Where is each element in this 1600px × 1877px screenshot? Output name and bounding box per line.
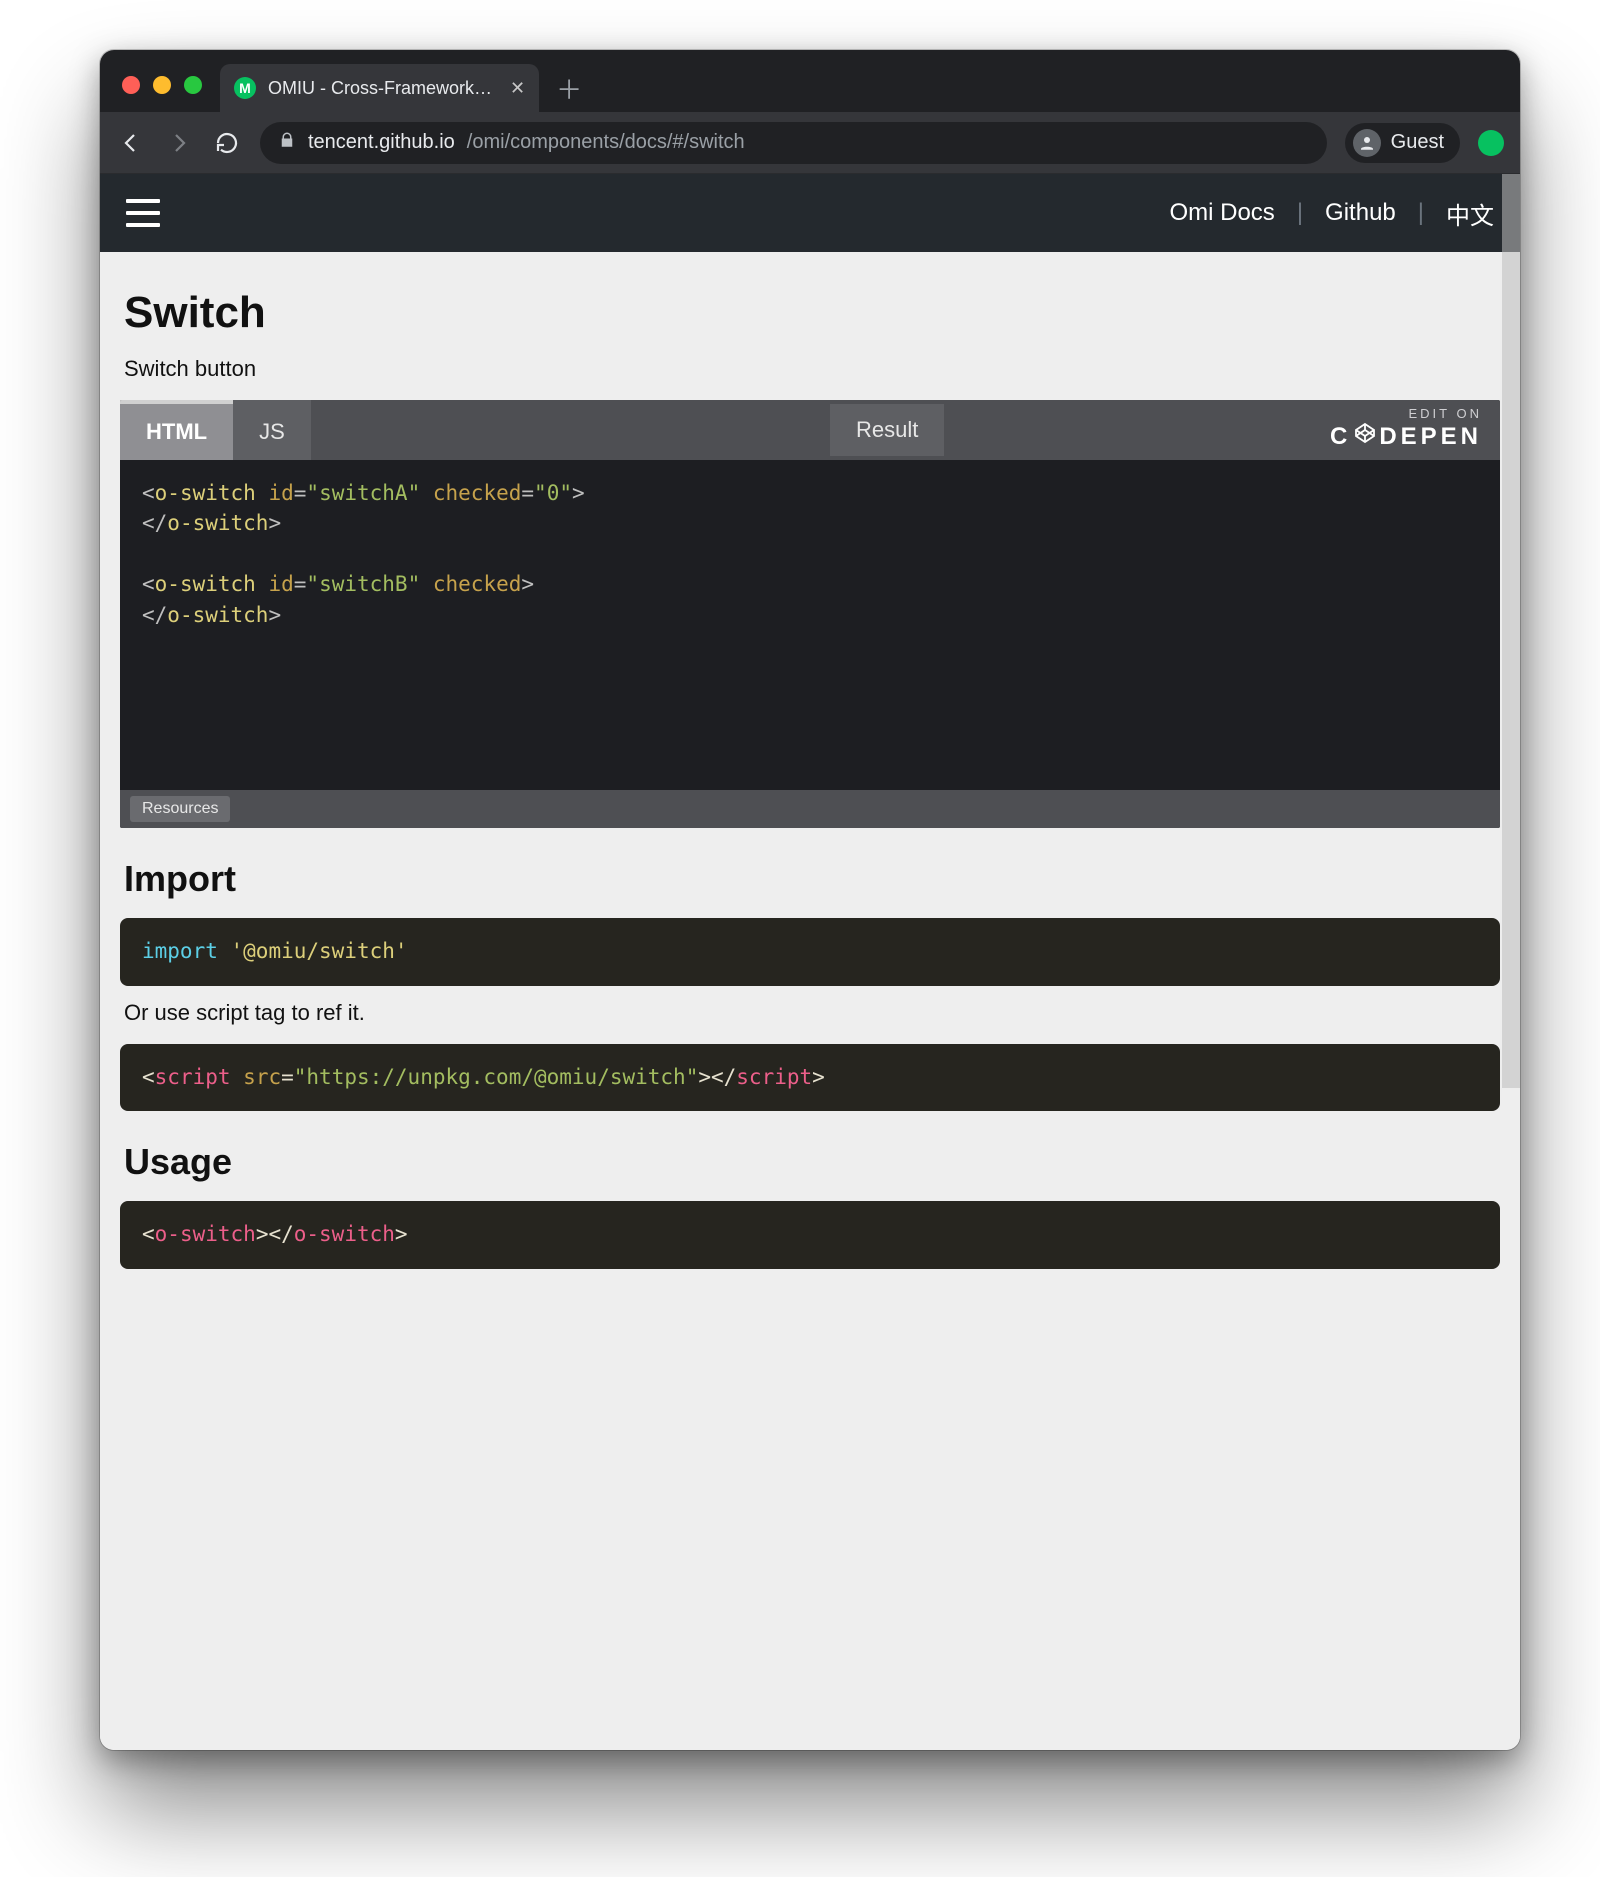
import-note: Or use script tag to ref it.	[120, 986, 1500, 1044]
import-heading: Import	[120, 828, 1500, 918]
code-script-tag[interactable]: <script src="https://unpkg.com/@omiu/swi…	[120, 1044, 1500, 1112]
profile-chip[interactable]: Guest	[1345, 123, 1460, 163]
tab-html[interactable]: HTML	[120, 400, 233, 460]
tab-favicon: M	[234, 77, 256, 99]
code-import[interactable]: import '@omiu/switch'	[120, 918, 1500, 986]
browser-tab[interactable]: M OMIU - Cross-Frameworks UI F ✕	[220, 64, 539, 112]
page-subtitle: Switch button	[120, 356, 1500, 400]
link-chinese[interactable]: 中文	[1446, 196, 1494, 231]
page-title: Switch	[120, 278, 1500, 356]
window-minimize-button[interactable]	[153, 76, 171, 94]
window-controls	[112, 76, 210, 112]
separator: |	[1297, 199, 1303, 227]
link-omi-docs[interactable]: Omi Docs	[1169, 199, 1274, 227]
separator: |	[1418, 199, 1424, 227]
site-header: Omi Docs | Github | 中文	[100, 174, 1520, 252]
avatar-icon	[1353, 129, 1381, 157]
codepen-logo: CDEPEN	[1330, 421, 1482, 452]
codepen-code[interactable]: <o-switch id="switchA" checked="0"> </o-…	[120, 460, 1500, 790]
window-zoom-button[interactable]	[184, 76, 202, 94]
page-viewport: Omi Docs | Github | 中文 Switch Switch but…	[100, 174, 1520, 1750]
codepen-edit-link[interactable]: EDIT ON CDEPEN	[1330, 400, 1500, 460]
link-github[interactable]: Github	[1325, 199, 1396, 227]
reload-button[interactable]	[212, 128, 242, 158]
browser-window: M OMIU - Cross-Frameworks UI F ✕ ＋ tence…	[100, 50, 1520, 1750]
window-close-button[interactable]	[122, 76, 140, 94]
tab-close-icon[interactable]: ✕	[510, 78, 525, 99]
scrollbar-thumb[interactable]	[1502, 174, 1520, 1088]
tab-result[interactable]: Result	[830, 404, 944, 456]
forward-button[interactable]	[164, 128, 194, 158]
url-host: tencent.github.io	[308, 131, 455, 154]
menu-icon[interactable]	[126, 199, 160, 227]
tab-title: OMIU - Cross-Frameworks UI F	[268, 78, 498, 99]
header-links: Omi Docs | Github | 中文	[1169, 196, 1494, 231]
usage-heading: Usage	[120, 1111, 1500, 1201]
page-content: Switch Switch button HTML JS Result EDIT…	[100, 252, 1520, 1750]
address-bar[interactable]: tencent.github.io/omi/components/docs/#/…	[260, 122, 1327, 164]
lock-icon	[278, 131, 296, 155]
new-tab-button[interactable]: ＋	[549, 68, 589, 108]
codepen-header: HTML JS Result EDIT ON CDEPEN	[120, 400, 1500, 460]
codepen-embed: HTML JS Result EDIT ON CDEPEN	[120, 400, 1500, 828]
tab-js[interactable]: JS	[233, 400, 311, 460]
profile-label: Guest	[1391, 131, 1444, 154]
code-usage[interactable]: <o-switch></o-switch>	[120, 1201, 1500, 1269]
extension-icon[interactable]	[1478, 130, 1504, 156]
codepen-cube-icon	[1353, 421, 1377, 452]
resources-button[interactable]: Resources	[130, 796, 230, 822]
url-path: /omi/components/docs/#/switch	[467, 131, 745, 154]
codepen-footer: Resources	[120, 790, 1500, 828]
codepen-edit-on-label: EDIT ON	[1330, 406, 1482, 421]
browser-toolbar: tencent.github.io/omi/components/docs/#/…	[100, 112, 1520, 174]
back-button[interactable]	[116, 128, 146, 158]
browser-tabbar: M OMIU - Cross-Frameworks UI F ✕ ＋	[100, 50, 1520, 112]
